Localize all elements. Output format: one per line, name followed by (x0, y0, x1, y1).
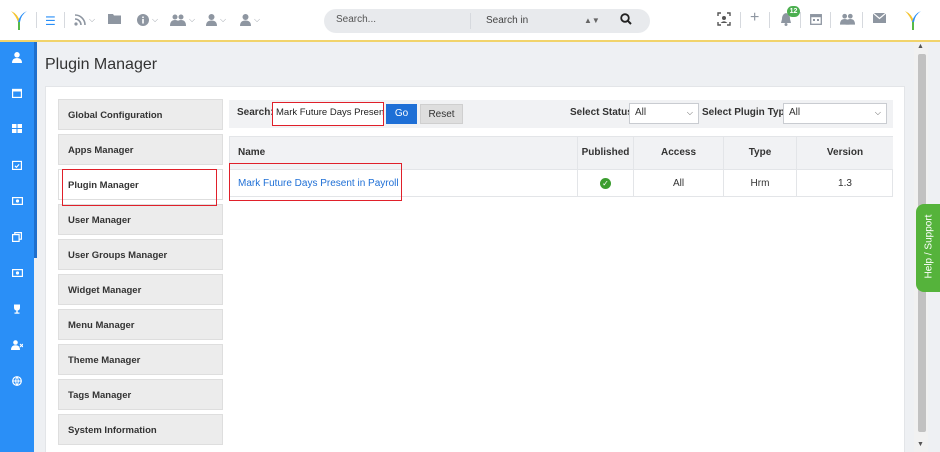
column-header-access[interactable]: Access (634, 137, 724, 169)
payroll-icon[interactable] (0, 268, 34, 280)
help-support-label: Help / Support (923, 214, 935, 279)
chevron-down-icon: ⌵ (189, 15, 196, 24)
chevron-down-icon: ▲▼ (584, 16, 600, 25)
highlight-box (62, 169, 217, 206)
header-divider (862, 12, 863, 28)
status-label: Select Status: (570, 107, 637, 118)
menu-item-apps-manager[interactable]: Apps Manager (58, 134, 223, 165)
user-settings-icon[interactable]: ⌵ (240, 13, 260, 27)
left-sidebar (0, 42, 34, 452)
calendar-icon[interactable] (810, 13, 822, 25)
menu-item-system-information[interactable]: System Information (58, 414, 223, 445)
menu-item-user-manager[interactable]: User Manager (58, 204, 223, 235)
menu-item-tags-manager[interactable]: Tags Manager (58, 379, 223, 410)
users-icon[interactable]: ⌵ (170, 13, 195, 27)
column-header-published[interactable]: Published (578, 137, 634, 169)
header-divider (740, 12, 741, 28)
plugin-search-input[interactable]: Mark Future Days Presen (272, 102, 384, 126)
chevron-down-icon: ⌵ (152, 15, 159, 24)
app-logo[interactable] (8, 8, 30, 32)
status-select-value: All (635, 107, 647, 118)
sidebar-scroll-indicator (34, 42, 37, 258)
search-icon[interactable] (620, 13, 632, 28)
copy-icon[interactable] (0, 232, 34, 245)
table-row-type-cell: Hrm (724, 169, 797, 197)
calendar-check-icon[interactable] (0, 160, 34, 173)
column-header-version[interactable]: Version (797, 137, 893, 169)
menu-item-global-configuration[interactable]: Global Configuration (58, 99, 223, 130)
team-icon[interactable] (840, 13, 855, 25)
chevron-down-icon: ⌵ (254, 15, 261, 24)
globe-icon[interactable] (0, 376, 34, 389)
scroll-down-icon[interactable]: ▼ (917, 441, 924, 448)
brand-logo[interactable] (902, 8, 924, 32)
scroll-up-icon[interactable]: ▲ (917, 43, 924, 50)
chevron-down-icon: ⌵ (874, 108, 881, 117)
scan-icon[interactable] (717, 12, 731, 26)
plugin-type-label: Select Plugin Type: (702, 107, 794, 118)
add-icon[interactable]: + (750, 10, 759, 26)
table-row-version-cell: 1.3 (797, 169, 893, 197)
menu-item-theme-manager[interactable]: Theme Manager (58, 344, 223, 375)
table-row-access-cell: All (634, 169, 724, 197)
top-header: ☰ ⌵ ⌵ ⌵ ⌵ ⌵ Search... Search in ▲▼ + 12 (0, 0, 940, 42)
header-divider (800, 12, 801, 28)
rss-icon[interactable]: ⌵ (74, 13, 95, 27)
go-button[interactable]: Go (386, 104, 417, 124)
folder-icon[interactable] (108, 13, 121, 24)
help-support-tab[interactable]: Help / Support (916, 204, 940, 292)
header-divider (36, 12, 37, 28)
user-icon[interactable]: ⌵ (206, 13, 226, 27)
search-in-select[interactable]: Search in (486, 15, 528, 26)
money-icon[interactable] (0, 196, 34, 208)
page-title: Plugin Manager (45, 56, 158, 73)
plugin-type-select[interactable]: All ⌵ (783, 103, 887, 124)
header-divider (830, 12, 831, 28)
menu-item-widget-manager[interactable]: Widget Manager (58, 274, 223, 305)
user-admin-icon[interactable] (0, 340, 34, 353)
highlight-box (229, 163, 402, 201)
trophy-icon[interactable] (0, 304, 34, 317)
chevron-down-icon: ⌵ (89, 15, 96, 24)
menu-toggle-icon[interactable]: ☰ (45, 14, 56, 28)
column-header-type[interactable]: Type (724, 137, 797, 169)
search-label: Search: (237, 107, 274, 118)
mail-icon[interactable] (873, 13, 886, 23)
user-icon[interactable] (0, 52, 34, 66)
search-divider (470, 13, 471, 29)
global-search-box: Search... Search in ▲▼ (324, 9, 650, 33)
table-row-published-cell: ✓ (578, 169, 634, 197)
check-circle-icon[interactable]: ✓ (600, 177, 611, 189)
notification-count-badge: 12 (787, 6, 800, 17)
info-icon[interactable]: ⌵ (137, 13, 158, 27)
grid-icon[interactable] (0, 124, 34, 136)
plugin-type-select-value: All (789, 107, 801, 118)
global-search-input[interactable]: Search... (336, 14, 466, 25)
header-divider (64, 12, 65, 28)
chevron-down-icon: ⌵ (220, 15, 227, 24)
menu-item-user-groups-manager[interactable]: User Groups Manager (58, 239, 223, 270)
reset-button[interactable]: Reset (420, 104, 463, 124)
calendar-icon[interactable] (0, 88, 34, 101)
status-select[interactable]: All ⌵ (629, 103, 699, 124)
chevron-down-icon: ⌵ (686, 108, 693, 117)
menu-item-menu-manager[interactable]: Menu Manager (58, 309, 223, 340)
header-divider (769, 12, 770, 28)
